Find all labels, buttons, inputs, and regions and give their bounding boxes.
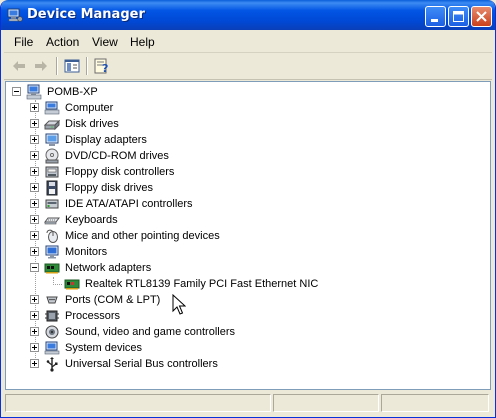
maximize-button[interactable] xyxy=(448,6,469,27)
show-hide-console-tree-button[interactable] xyxy=(63,57,81,75)
sound-icon xyxy=(45,325,59,339)
mouse-cursor-icon xyxy=(172,294,186,315)
monitor-icon xyxy=(45,245,59,259)
tree-item-dvd-cdrom-drives[interactable]: DVD/CD-ROM drives xyxy=(30,148,330,164)
expand-toggle[interactable] xyxy=(30,359,39,368)
computer-icon xyxy=(26,84,42,100)
expand-toggle[interactable] xyxy=(30,199,39,208)
toolbar: ? xyxy=(4,53,492,80)
minimize-icon xyxy=(431,19,438,22)
network-adapter-icon xyxy=(44,263,60,274)
menu-bar: File Action View Help xyxy=(4,30,492,53)
tree-item-label: Network adapters xyxy=(65,262,152,274)
tree-item-ide-controllers[interactable]: IDE ATA/ATAPI controllers xyxy=(30,196,330,212)
tree-item-label: Ports (COM & LPT) xyxy=(65,294,161,306)
ide-controller-icon xyxy=(45,199,59,209)
expand-toggle[interactable] xyxy=(30,135,39,144)
keyboard-icon xyxy=(44,217,60,225)
tree-item-label: DVD/CD-ROM drives xyxy=(65,150,169,162)
mouse-icon xyxy=(46,229,58,243)
tree-item-label: System devices xyxy=(65,342,143,354)
tree-child-realtek-nic[interactable]: Realtek RTL8139 Family PCI Fast Ethernet… xyxy=(64,276,394,292)
tree-item-sound-video-game[interactable]: Sound, video and game controllers xyxy=(30,324,330,340)
tree-item-label: Computer xyxy=(65,102,114,114)
expand-toggle[interactable] xyxy=(30,295,39,304)
tree-item-floppy-disk-controllers[interactable]: Floppy disk controllers xyxy=(30,164,330,180)
forward-button[interactable] xyxy=(32,57,50,75)
tree-item-usb-controllers[interactable]: Universal Serial Bus controllers xyxy=(30,356,330,372)
tree-item-monitors[interactable]: Monitors xyxy=(30,244,330,260)
menu-view[interactable]: View xyxy=(92,35,118,49)
close-icon xyxy=(476,11,487,22)
tree-item-computer[interactable]: Computer xyxy=(30,100,330,116)
properties-button[interactable]: ? xyxy=(93,57,111,75)
tree-item-label: Display adapters xyxy=(65,134,147,146)
tree-connector-branch xyxy=(53,284,62,285)
tree-item-label: Disk drives xyxy=(65,118,119,130)
expand-toggle[interactable] xyxy=(30,183,39,192)
processor-icon xyxy=(45,310,59,322)
expand-toggle[interactable] xyxy=(30,215,39,224)
toolbar-separator xyxy=(56,57,58,75)
expand-toggle[interactable] xyxy=(30,119,39,128)
disk-drive-icon xyxy=(44,119,60,131)
svg-text:?: ? xyxy=(102,62,108,75)
status-cell-3 xyxy=(381,394,489,412)
expand-toggle[interactable] xyxy=(30,311,39,320)
close-button[interactable] xyxy=(471,6,492,27)
expand-toggle[interactable] xyxy=(30,231,39,240)
expand-toggle[interactable] xyxy=(30,247,39,256)
status-cell-2 xyxy=(273,394,379,412)
collapse-toggle[interactable] xyxy=(12,87,21,96)
menu-file[interactable]: File xyxy=(14,35,33,49)
tree-item-display-adapters[interactable]: Display adapters xyxy=(30,132,330,148)
tree-item-system-devices[interactable]: System devices xyxy=(30,340,330,356)
tree-item-label: IDE ATA/ATAPI controllers xyxy=(65,198,193,210)
maximize-icon xyxy=(453,11,464,22)
tree-item-label: Universal Serial Bus controllers xyxy=(65,358,218,370)
tree-item-label: Monitors xyxy=(65,246,108,258)
menu-help[interactable]: Help xyxy=(130,35,155,49)
expand-toggle[interactable] xyxy=(30,167,39,176)
tree-child-label: Realtek RTL8139 Family PCI Fast Ethernet… xyxy=(85,278,319,290)
tree-item-keyboards[interactable]: Keyboards xyxy=(30,212,330,228)
status-cell-1 xyxy=(5,394,271,412)
expand-toggle[interactable] xyxy=(30,151,39,160)
cdrom-icon xyxy=(45,148,59,164)
window-title: Device Manager xyxy=(27,7,145,22)
title-bar[interactable]: Device Manager xyxy=(1,0,495,30)
tree-item-mice[interactable]: Mice and other pointing devices xyxy=(30,228,330,244)
tree-item-disk-drives[interactable]: Disk drives xyxy=(30,116,330,132)
tree-item-label: Mice and other pointing devices xyxy=(65,230,220,242)
tree-root-pomb-xp[interactable]: POMB-XP xyxy=(12,84,312,100)
collapse-toggle[interactable] xyxy=(30,263,39,272)
tree-item-label: Floppy disk controllers xyxy=(65,166,175,178)
device-manager-window: Device Manager File Action View Help ? P… xyxy=(0,0,496,418)
device-manager-icon xyxy=(7,8,23,22)
tree-root-label: POMB-XP xyxy=(47,86,98,98)
expand-toggle[interactable] xyxy=(30,103,39,112)
toolbar-separator-2 xyxy=(86,57,88,75)
system-device-icon xyxy=(44,341,60,355)
floppy-controller-icon xyxy=(45,166,59,178)
device-tree[interactable]: POMB-XP Computer Disk drives Display ada… xyxy=(5,81,491,390)
computer-icon xyxy=(44,101,60,115)
expand-toggle[interactable] xyxy=(30,343,39,352)
status-bar xyxy=(4,392,492,414)
back-button[interactable] xyxy=(10,57,28,75)
display-adapter-icon xyxy=(45,133,59,146)
tree-item-label: Processors xyxy=(65,310,121,322)
tree-item-floppy-disk-drives[interactable]: Floppy disk drives xyxy=(30,180,330,196)
menu-action[interactable]: Action xyxy=(46,35,79,49)
port-icon xyxy=(46,296,58,304)
expand-toggle[interactable] xyxy=(30,327,39,336)
usb-icon xyxy=(46,357,58,372)
floppy-drive-icon xyxy=(46,180,58,196)
tree-item-network-adapters[interactable]: Network adapters xyxy=(30,260,330,276)
tree-item-label: Keyboards xyxy=(65,214,118,226)
tree-item-label: Floppy disk drives xyxy=(65,182,154,194)
tree-item-label: Sound, video and game controllers xyxy=(65,326,235,338)
network-card-icon xyxy=(64,279,80,290)
minimize-button[interactable] xyxy=(425,6,446,27)
